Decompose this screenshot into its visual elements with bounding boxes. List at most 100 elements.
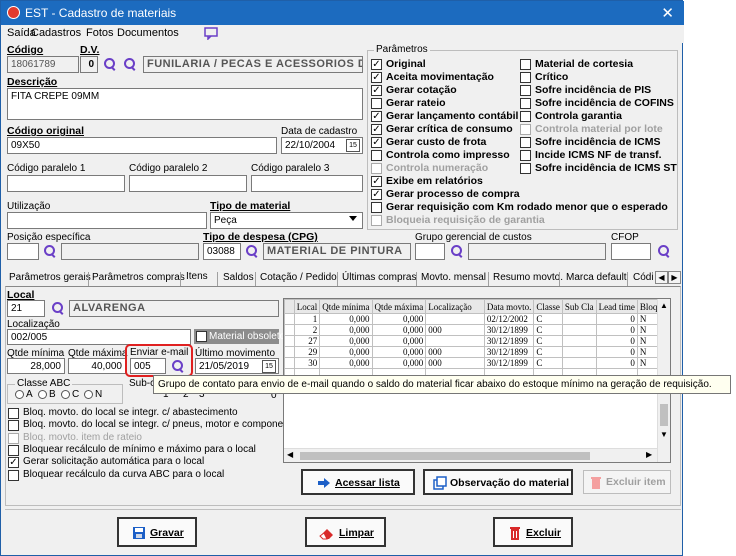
- grid-col-data-movto[interactable]: Data movto.: [483, 299, 535, 314]
- search-icon-group[interactable]: [123, 57, 137, 71]
- table-row[interactable]: 27 0,000 0,000 30/12/1899 C 0 N: [284, 335, 670, 347]
- search-icon-grupo-gerencial[interactable]: [450, 244, 464, 258]
- tab-movto-mensal[interactable]: Movto. mensal: [421, 272, 486, 283]
- param-right-checkbox-6[interactable]: [520, 137, 531, 148]
- cod-paralelo2-field[interactable]: [129, 175, 247, 192]
- tab-marca-default[interactable]: Marca default: [566, 272, 627, 283]
- param-right-checkbox-2[interactable]: [520, 85, 531, 96]
- tab-scroll-right[interactable]: ▶: [668, 271, 681, 284]
- param-left-checkbox-7[interactable]: [371, 150, 382, 161]
- radio-classe-c[interactable]: [61, 390, 70, 399]
- param-right-checkbox-3[interactable]: [520, 98, 531, 109]
- param-left-checkbox-11[interactable]: [371, 202, 382, 213]
- grupo-field[interactable]: FUNILARIA / PECAS E ACESSORIOS DE FU: [143, 56, 363, 73]
- excluir-item-button[interactable]: Excluir item: [583, 470, 671, 494]
- localizacao-field[interactable]: 002/005: [7, 329, 191, 345]
- cod-paralelo1-field[interactable]: [7, 175, 125, 192]
- gravar-button[interactable]: Gravar: [117, 517, 197, 547]
- grid-col-qtde-minima[interactable]: Qtde mínima: [319, 299, 373, 314]
- tab-itens[interactable]: Itens: [186, 271, 208, 282]
- descricao-field[interactable]: FITA CREPE 09MM: [7, 88, 363, 120]
- grid-scrollbar-h[interactable]: ◀ ▶: [284, 448, 657, 462]
- search-icon-posicao[interactable]: [43, 244, 57, 258]
- limpar-button[interactable]: Limpar: [305, 517, 386, 547]
- calendar-icon[interactable]: 15: [346, 139, 360, 152]
- param-right-checkbox-0[interactable]: [520, 59, 531, 70]
- param-left-checkbox-3[interactable]: [371, 98, 382, 109]
- tab-parametros-gerais[interactable]: Parâmetros gerais: [9, 272, 91, 283]
- dv-field[interactable]: 0: [80, 56, 98, 73]
- codigo-original-field[interactable]: 09X50: [7, 137, 277, 154]
- tab-codigos[interactable]: Códi: [633, 272, 654, 283]
- scroll-down-icon[interactable]: ▼: [660, 430, 668, 439]
- search-icon-despesa[interactable]: [245, 244, 259, 258]
- param-right-checkbox-8[interactable]: [520, 163, 531, 174]
- calendar-icon-movimento[interactable]: 15: [262, 360, 276, 373]
- tipo-material-select[interactable]: Peça: [210, 212, 363, 229]
- radio-classe-a[interactable]: [15, 390, 24, 399]
- param-left-checkbox-4[interactable]: ✓: [371, 111, 382, 122]
- tab-scroll-left[interactable]: ◀: [655, 271, 668, 284]
- param-left-checkbox-6[interactable]: ✓: [371, 137, 382, 148]
- grupo-gerencial-field[interactable]: [415, 243, 445, 260]
- search-icon-local[interactable]: [51, 301, 65, 315]
- param-left-checkbox-5[interactable]: ✓: [371, 124, 382, 135]
- itens-check-checkbox-1[interactable]: [8, 420, 19, 432]
- itens-check-checkbox-5[interactable]: [8, 469, 19, 481]
- codigo-field[interactable]: 18061789: [7, 56, 79, 73]
- scroll-left-icon[interactable]: ◀: [287, 450, 293, 459]
- menu-fotos[interactable]: Fotos: [86, 27, 114, 39]
- scroll-up-icon[interactable]: ▲: [660, 301, 668, 310]
- observacao-button[interactable]: Observação do material: [423, 469, 573, 495]
- cfop-field[interactable]: [611, 243, 651, 260]
- menu-documentos[interactable]: Documentos: [117, 27, 179, 39]
- table-row[interactable]: 2 0,000 0,000 000 30/12/1899 C 0 N: [284, 324, 670, 336]
- param-right-checkbox-4[interactable]: [520, 111, 531, 122]
- cod-paralelo3-field[interactable]: [251, 175, 363, 192]
- param-right-checkbox-7[interactable]: [520, 150, 531, 161]
- radio-classe-b[interactable]: [38, 390, 47, 399]
- grid-col-classe[interactable]: Classe: [533, 299, 563, 314]
- itens-check-checkbox-4[interactable]: ✓: [8, 457, 19, 469]
- scroll-thumb-h[interactable]: [300, 452, 590, 460]
- table-row[interactable]: 30 0,000 0,000 000 30/12/1899 C 0 N: [284, 357, 670, 369]
- grid-col-localizacao[interactable]: Localização: [425, 299, 485, 314]
- close-icon[interactable]: ✕: [661, 4, 674, 22]
- qtde-maxima-field[interactable]: 40,000: [68, 358, 126, 374]
- tab-ultimas-compras[interactable]: Últimas compras: [342, 272, 416, 283]
- tipo-despesa-code[interactable]: 03088: [203, 243, 241, 260]
- itens-check-checkbox-3[interactable]: [8, 444, 19, 456]
- acessar-lista-button[interactable]: Acessar lista: [301, 469, 415, 495]
- tab-resumo-movto[interactable]: Resumo movto.: [493, 272, 563, 283]
- chevron-down-icon[interactable]: [349, 216, 357, 221]
- search-icon-cfop[interactable]: [657, 244, 671, 258]
- excluir-button[interactable]: Excluir: [493, 517, 573, 547]
- grid-col-sub-classe[interactable]: Sub Cla: [561, 299, 597, 314]
- param-left-checkbox-10[interactable]: ✓: [371, 189, 382, 200]
- material-obsoleto-checkbox[interactable]: [196, 331, 207, 342]
- scroll-right-icon[interactable]: ▶: [646, 450, 652, 459]
- grid-col-lead-time[interactable]: Lead time: [595, 299, 638, 314]
- grid-col-local[interactable]: Local: [293, 299, 321, 314]
- menu-cadastros[interactable]: Cadastros: [31, 27, 81, 39]
- local-field[interactable]: 21: [7, 300, 45, 317]
- param-right-checkbox-1[interactable]: [520, 72, 531, 83]
- param-left-checkbox-1[interactable]: ✓: [371, 72, 382, 83]
- scroll-thumb-v[interactable]: [660, 404, 668, 426]
- posicao-field[interactable]: [7, 243, 39, 260]
- grid-col-qtde-maxima[interactable]: Qtde máxima: [371, 299, 427, 314]
- param-left-checkbox-9[interactable]: ✓: [371, 176, 382, 187]
- tab-saldos[interactable]: Saldos: [223, 272, 254, 283]
- chat-icon[interactable]: [204, 27, 218, 40]
- qtde-minima-field[interactable]: 28,000: [7, 358, 65, 374]
- tab-cotacao-pedido[interactable]: Cotação / Pedido: [260, 272, 337, 283]
- param-left-checkbox-0[interactable]: ✓: [371, 59, 382, 70]
- param-left-checkbox-2[interactable]: ✓: [371, 85, 382, 96]
- search-icon[interactable]: [103, 57, 117, 71]
- table-row[interactable]: 29 0,000 0,000 000 30/12/1899 C 0 N: [284, 346, 670, 358]
- itens-check-checkbox-0[interactable]: [8, 408, 19, 419]
- utilizacao-field[interactable]: [7, 212, 207, 229]
- tab-parametros-compras[interactable]: Parâmetros compras: [92, 272, 185, 283]
- radio-classe-n[interactable]: [84, 390, 93, 399]
- table-row[interactable]: 1 0,000 0,000 02/12/2002 C 0 N: [284, 313, 670, 325]
